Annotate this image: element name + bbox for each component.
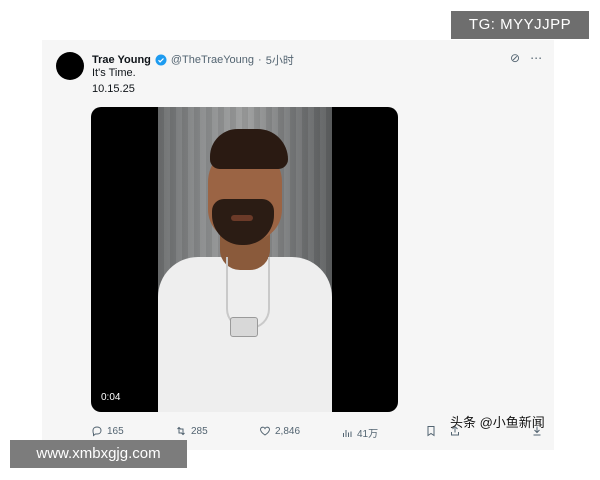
more-options-icon[interactable]: ⋯: [530, 51, 542, 65]
views-count: 41万: [357, 429, 379, 440]
video-player[interactable]: 0:04: [91, 107, 398, 412]
tweet-time[interactable]: 5小时: [266, 52, 294, 68]
tweet-text-line1: It's Time.: [92, 67, 136, 79]
site-url-banner: www.xmbxgjg.com: [10, 440, 187, 468]
avatar[interactable]: [56, 52, 84, 80]
views-button[interactable]: 41万: [341, 425, 378, 440]
reply-button[interactable]: 165: [91, 425, 124, 437]
retweet-icon: [177, 426, 185, 436]
like-count: 2,846: [275, 425, 301, 437]
reply-count: 165: [107, 425, 124, 437]
tg-label-banner: TG: MYYJJPP: [451, 11, 589, 39]
like-button[interactable]: 2,846: [259, 425, 300, 437]
heart-icon: [260, 426, 270, 436]
author-handle[interactable]: @TheTraeYoung: [171, 54, 254, 66]
verified-badge-icon: [155, 54, 167, 66]
bookmark-icon: [427, 426, 435, 437]
views-chart-icon: [343, 429, 352, 437]
person-mouth: [231, 215, 253, 221]
retweet-count: 285: [191, 425, 208, 437]
author-name[interactable]: Trae Young: [92, 54, 151, 66]
source-watermark: 头条 @小鱼新闻: [450, 415, 545, 430]
separator-dot: ·: [258, 54, 262, 66]
bookmark-button[interactable]: [425, 425, 437, 437]
necklace-pendant: [230, 317, 258, 337]
reply-icon: [92, 426, 102, 437]
tweet-header: Trae Young @TheTraeYoung · 5小时: [92, 52, 294, 68]
video-timestamp: 0:04: [101, 392, 121, 403]
retweet-button[interactable]: 285: [175, 425, 208, 437]
person-hair: [210, 129, 288, 169]
tweet-text-line2: 10.15.25: [92, 83, 135, 95]
grok-icon[interactable]: ⊘: [510, 51, 520, 65]
video-frame: [158, 107, 332, 412]
header-actions: ⊘ ⋯: [510, 51, 542, 65]
